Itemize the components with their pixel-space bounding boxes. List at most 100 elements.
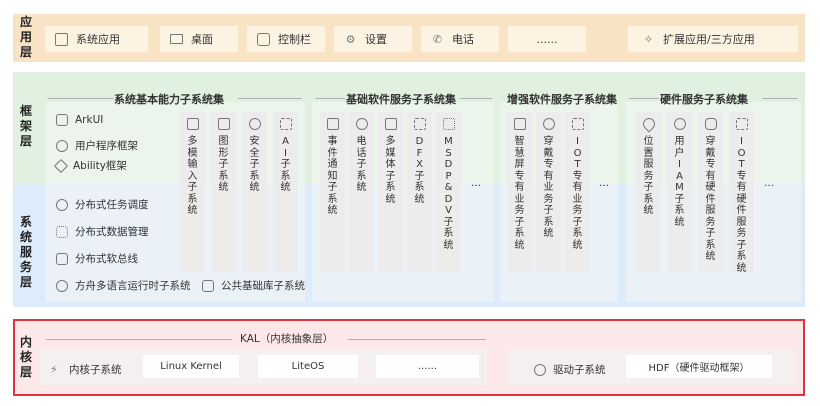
layer-label-services: 系统服务层 — [19, 215, 32, 289]
app-tile-label: 桌面 — [191, 33, 213, 46]
monitor-icon — [170, 34, 183, 44]
kernel-tile-label: LiteOS — [291, 361, 325, 372]
document-icon — [326, 118, 339, 130]
vcol-multimodal-input: 多模输入子系统 — [180, 112, 205, 272]
vcol-label: … — [764, 178, 774, 189]
kernel-tile-label: Linux Kernel — [160, 361, 222, 372]
group-title-rule — [762, 98, 798, 99]
puzzle-icon: ✧ — [643, 32, 654, 46]
hdf-tile: HDF（硬件驱动框架） — [626, 355, 772, 378]
driver-subsystem-label: 驱动子系统 — [553, 364, 606, 376]
service-item-common-library: 公共基础库子系统 — [202, 278, 305, 293]
kernel-tile-linux: Linux Kernel — [143, 355, 239, 378]
app-tile-desktop: 桌面 — [160, 26, 238, 52]
app-tile-more: ...... — [508, 26, 586, 52]
kernel-icon: ⚡ — [50, 362, 58, 376]
service-item-label: 方舟多语言运行时子系统 — [75, 280, 191, 292]
vcol-msdp-dv: M S D P & D V 子系统 — [436, 112, 461, 272]
vcol-iot-hardware: IOT专有硬件服务子系统 — [729, 112, 754, 274]
phone-icon: ✆ — [432, 32, 443, 46]
vcol-event-notification: 事件通知子系统 — [320, 112, 345, 272]
iot-icon — [735, 118, 748, 130]
vcol-graphics: 图形子系统 — [211, 112, 236, 272]
vcol-ai: AI子系统 — [273, 112, 298, 272]
group-title-enhanced-software: 增强软件服务子系统集 — [507, 93, 617, 106]
cube-icon — [202, 279, 214, 292]
vcol-label: M S D P & D V 子系统 — [443, 136, 454, 251]
app-tile-label: 扩展应用/三方应用 — [663, 33, 755, 46]
phone-icon — [355, 118, 368, 130]
vcol-iot-business: IOT专有业务子系统 — [565, 112, 590, 272]
app-tile-label: 设置 — [365, 33, 387, 46]
screen-icon — [513, 118, 526, 130]
app-tile-label: ...... — [536, 32, 558, 46]
vcol-smart-screen: 智慧屏专有业务子系统 — [507, 112, 532, 272]
image-icon — [217, 118, 230, 130]
key-icon — [248, 118, 261, 130]
vcol-label: … — [599, 178, 609, 189]
watch-icon — [542, 118, 555, 130]
app-tile-label: 电话 — [452, 33, 474, 46]
vcol-wearable: 穿戴专有业务子系统 — [536, 112, 561, 272]
dispatch-icon — [56, 198, 68, 211]
vcol-label: 图形子系统 — [218, 136, 229, 193]
group-title-rule — [238, 98, 302, 99]
vcol-telephony: 电话子系统 — [349, 112, 374, 272]
group-title-rule — [460, 98, 492, 99]
iot-icon — [571, 118, 584, 130]
vcol-label: IOT专有硬件服务子系统 — [736, 136, 747, 274]
vcol-label: 安全子系统 — [249, 136, 260, 193]
app-tile-settings: ⚙ 设置 — [334, 26, 412, 52]
app-tile-system-apps: 系统应用 — [45, 26, 148, 52]
vcol-label: 多媒体子系统 — [385, 136, 396, 205]
service-item-ark-runtime: 方舟多语言运行时子系统 — [56, 278, 191, 293]
framework-item-ability: Ability框架 — [53, 158, 127, 173]
vcol-location: 位置服务子系统 — [636, 112, 661, 272]
control-icon — [257, 32, 270, 46]
app-tile-label: 系统应用 — [76, 33, 120, 46]
framework-item-label: ArkUI — [75, 114, 104, 126]
group-title-hardware-services: 硬件服务子系统集 — [660, 93, 748, 106]
architecture-diagram: 应用层 框架层 系统服务层 内核层 系统应用 桌面 控制栏 ⚙ 设置 ✆ 电话 … — [0, 0, 820, 406]
service-item-label: 分布式数据管理 — [75, 226, 149, 238]
layers-icon — [53, 158, 69, 173]
kernel-tile-more: ...... — [376, 355, 479, 378]
vcol-label: … — [471, 178, 481, 189]
kal-rule-left — [46, 339, 232, 340]
vcol-label: 用户IAM子系统 — [674, 136, 685, 228]
runtime-icon — [56, 279, 68, 292]
input-icon — [186, 118, 199, 130]
framework-item-label: Ability框架 — [73, 160, 127, 172]
kernel-subsystem-label: 内核子系统 — [69, 364, 122, 376]
service-item-label: 分布式任务调度 — [75, 199, 149, 211]
window-icon — [55, 32, 68, 46]
app-tile-label: 控制栏 — [278, 33, 311, 46]
framework-item-arkui: ArkUI — [56, 114, 103, 126]
group-title-basic-capability: 系统基本能力子系统集 — [114, 93, 224, 106]
vcol-wearable-hardware: 穿戴专有硬件服务子系统 — [698, 112, 723, 272]
msdp-icon — [442, 118, 455, 130]
vcol-more: … — [594, 112, 614, 272]
vcol-label: 多模输入子系统 — [187, 136, 198, 216]
driver-subsystem-item: 驱动子系统 — [534, 362, 606, 377]
vcol-more: … — [758, 112, 780, 272]
bus-icon — [56, 252, 68, 265]
group-title-basic-software: 基础软件服务子系统集 — [346, 93, 456, 106]
vcol-label: 位置服务子系统 — [643, 136, 654, 216]
location-pin-icon — [640, 115, 657, 133]
kal-rule-right — [348, 339, 486, 340]
watch-icon — [704, 118, 717, 130]
gear-icon: ⚙ — [345, 32, 356, 46]
gear-icon — [56, 139, 68, 152]
eye-icon — [673, 118, 686, 130]
vcol-user-iam: 用户IAM子系统 — [667, 112, 692, 272]
service-item-task-scheduling: 分布式任务调度 — [56, 197, 149, 212]
ai-icon — [279, 118, 292, 130]
layer-label-framework: 框架层 — [19, 104, 32, 148]
service-item-soft-bus: 分布式软总线 — [56, 251, 138, 266]
vcol-label: IOT专有业务子系统 — [572, 136, 583, 251]
kernel-subsystem-item: ⚡ 内核子系统 — [50, 362, 122, 377]
vcol-label: 穿戴专有业务子系统 — [543, 136, 554, 239]
vcol-label: AI子系统 — [280, 136, 291, 193]
vcol-label: 电话子系统 — [356, 136, 367, 193]
